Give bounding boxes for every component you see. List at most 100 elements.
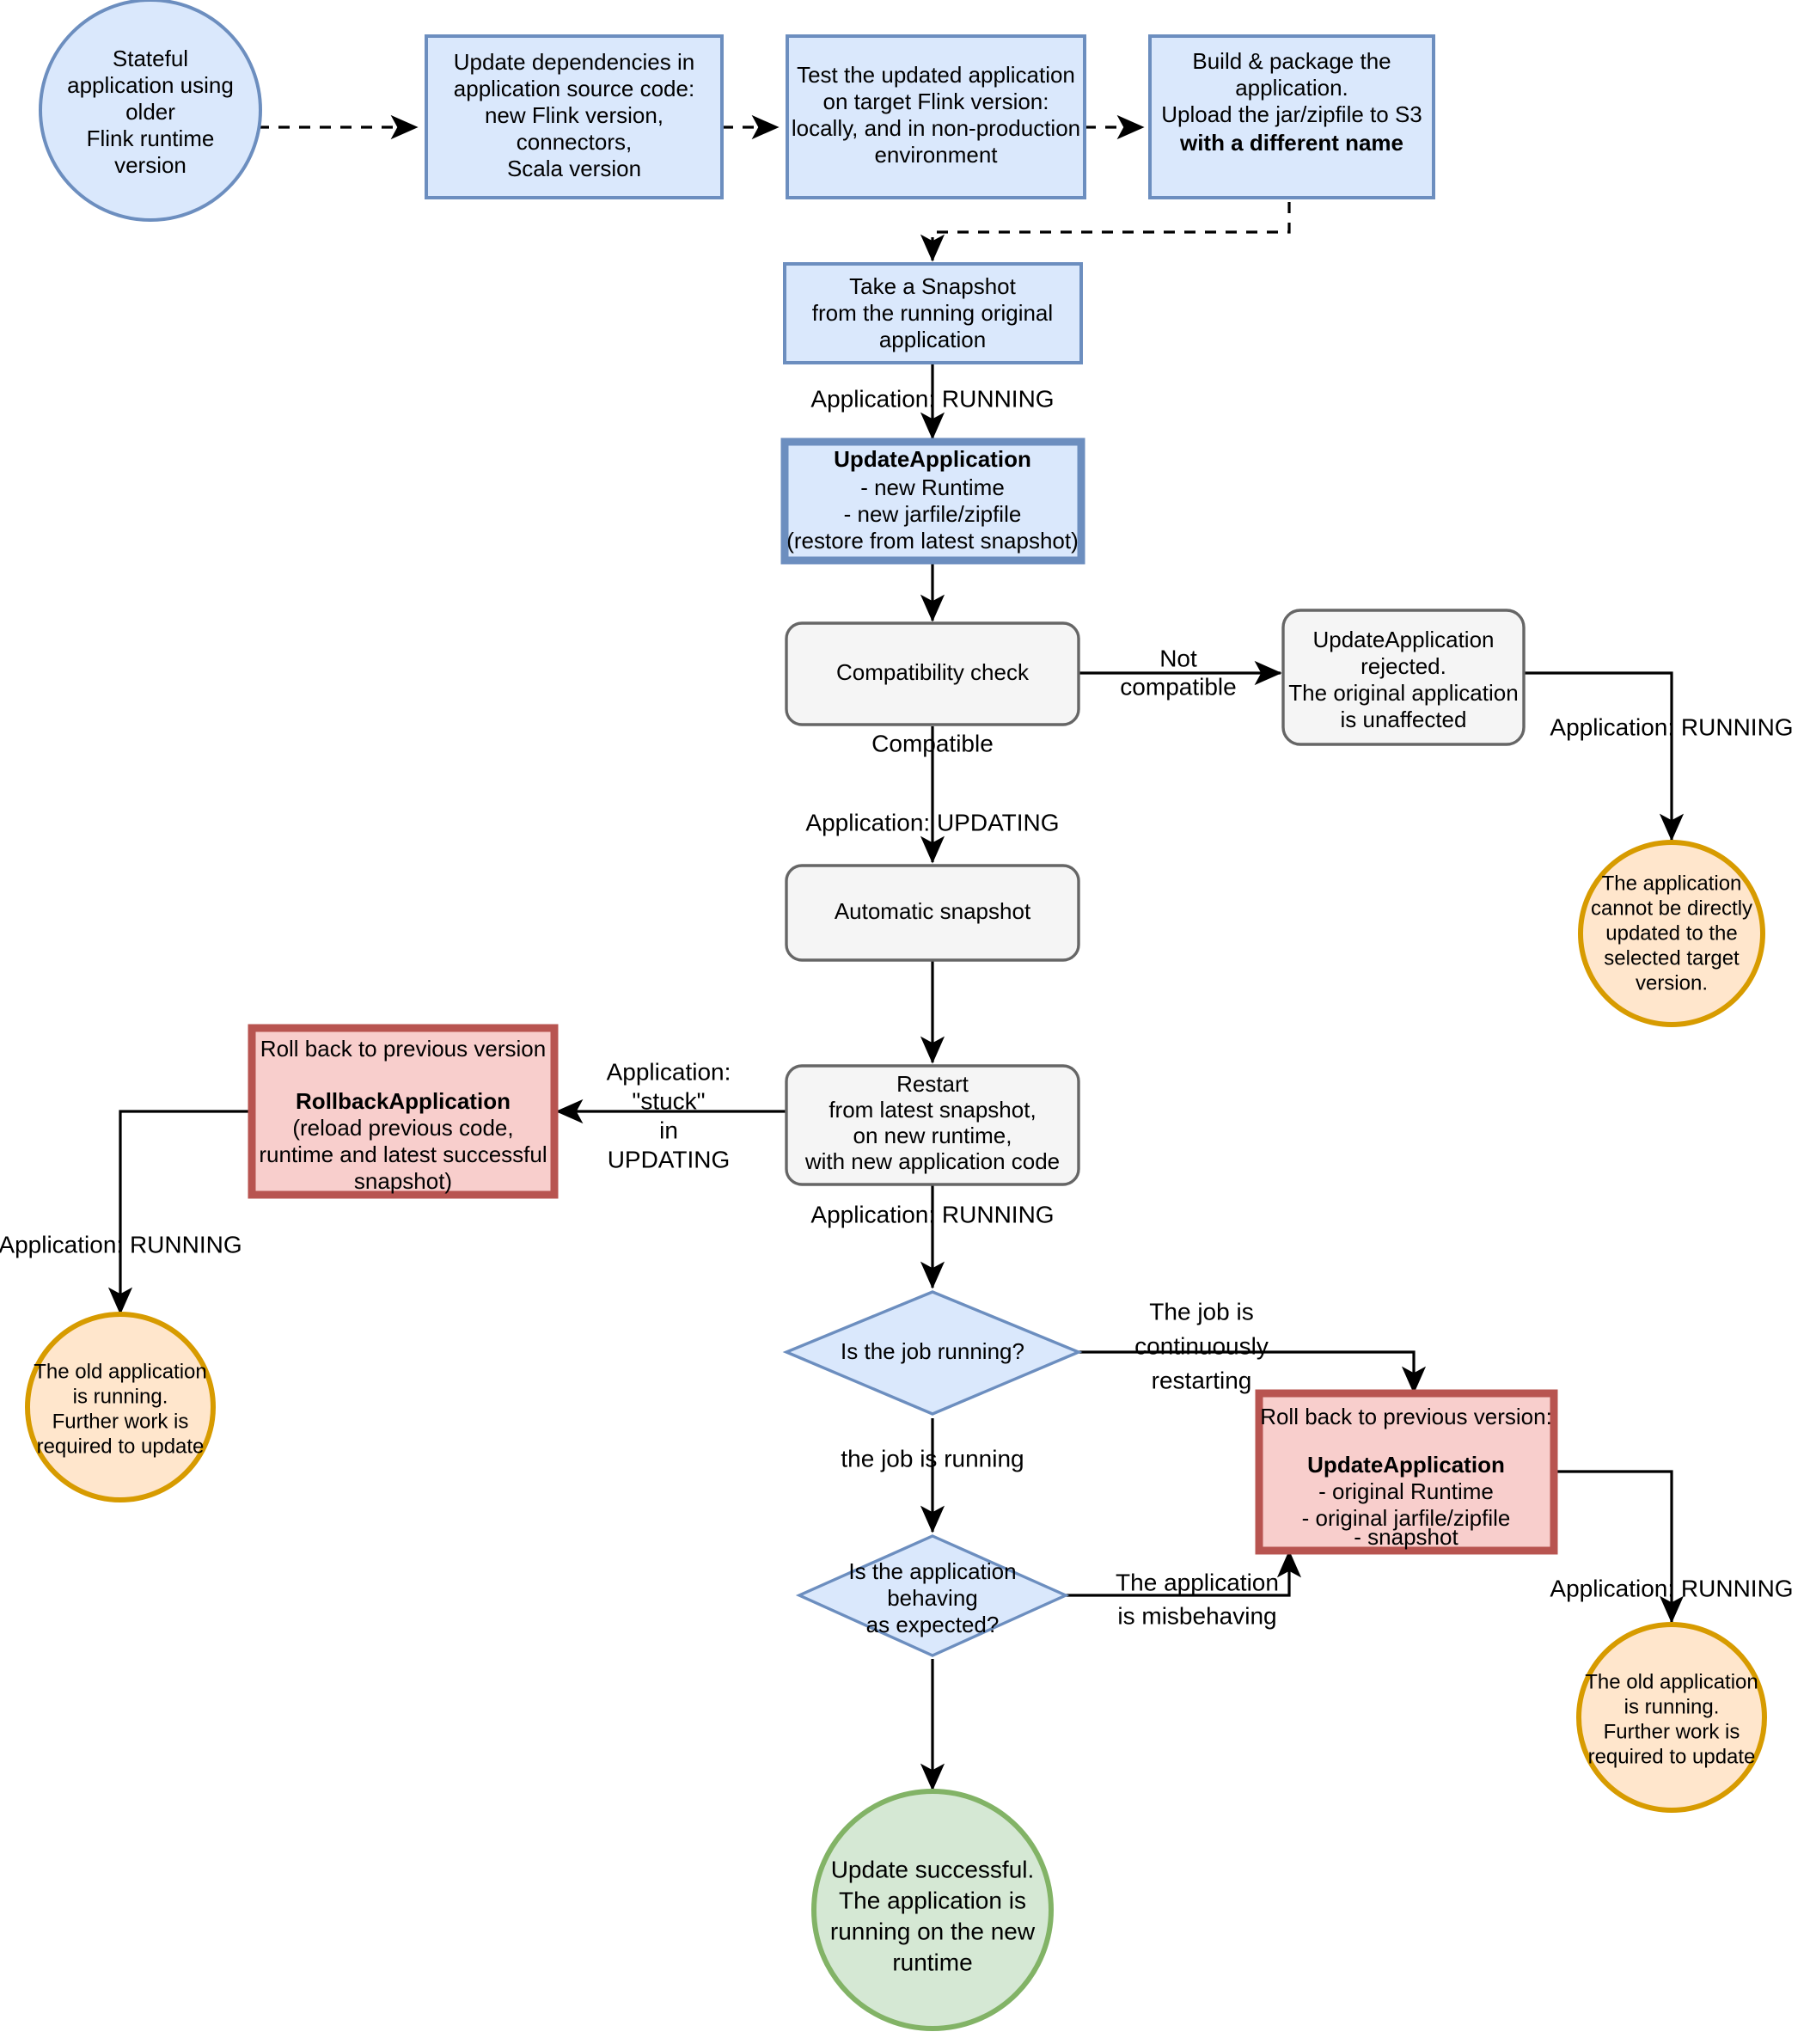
cannot-update-line-3: selected target	[1604, 946, 1740, 970]
start-line-0: Stateful	[113, 46, 188, 71]
oldapp-right-line-2: Further work is	[1604, 1720, 1740, 1743]
take-snapshot-line-0: Take a Snapshot	[849, 273, 1016, 299]
node-take-snapshot: Take a Snapshot from the running origina…	[783, 262, 1083, 364]
node-update-successful: Update successful. The application is ru…	[811, 1789, 1054, 2031]
edge-label-stuck-0: Application:	[607, 1058, 731, 1085]
test-app-line-3: environment	[874, 142, 998, 168]
node-cannot-update-circle: The application cannot be directly updat…	[1578, 840, 1765, 1027]
update-app-line-1: - new jarfile/zipfile	[844, 501, 1022, 527]
oldapp-right-line-1: is running.	[1624, 1695, 1720, 1718]
node-update-dependencies: Update dependencies in application sourc…	[425, 34, 724, 199]
edge-label-stuck-3: UPDATING	[608, 1146, 731, 1172]
edge-label-rollback-running-right: Application: RUNNING	[1550, 1575, 1793, 1601]
take-snapshot-line-2: application	[879, 327, 986, 352]
edge-label-restarting-2: restarting	[1152, 1367, 1252, 1393]
success-line-1: The application is	[839, 1887, 1026, 1913]
node-rollback-update-application: Roll back to previous version: UpdateApp…	[1255, 1389, 1558, 1555]
behaving-line-0: Is the application	[848, 1558, 1016, 1584]
oldapp-left-line-1: is running.	[73, 1385, 168, 1408]
rejected-line-2: The original application	[1288, 680, 1518, 706]
rollback-bold-line: RollbackApplication	[296, 1088, 511, 1114]
rollback-line-4: snapshot)	[354, 1168, 452, 1194]
edge-label-restarting-0: The job is	[1149, 1298, 1253, 1325]
node-start-ellipse: Stateful application using older Flink r…	[39, 0, 262, 222]
node-test-application: Test the updated application on target F…	[786, 34, 1086, 199]
update-deps-line-4: Scala version	[507, 156, 641, 181]
edge-label-job-is-running: the job is running	[841, 1445, 1024, 1472]
cannot-update-line-2: updated to the	[1605, 921, 1737, 945]
node-old-app-running-left: The old application is running. Further …	[25, 1312, 216, 1502]
node-rollback-application: Roll back to previous version RollbackAp…	[248, 1024, 559, 1199]
start-line-3: Flink runtime	[87, 125, 215, 151]
start-line-1: application using	[67, 72, 234, 98]
success-line-2: running on the new	[830, 1918, 1036, 1944]
update-deps-line-3: connectors,	[517, 129, 632, 155]
build-pkg-line-1: application.	[1235, 75, 1348, 101]
edge-label-snapshot-to-update: Application: RUNNING	[810, 385, 1054, 412]
node-build-package: Build & package the application. Upload …	[1148, 34, 1435, 199]
edge-label-rollback-running-left: Application: RUNNING	[0, 1231, 242, 1258]
oldapp-right-line-0: The old application	[1585, 1670, 1758, 1693]
start-line-2: older	[125, 99, 175, 125]
compat-line-0: Compatibility check	[836, 659, 1030, 685]
cannot-update-line-1: cannot be directly	[1591, 897, 1752, 920]
connector-rejected-to-cannot-update	[1524, 671, 1685, 841]
cannot-update-line-0: The application	[1602, 872, 1742, 895]
start-line-4: version	[114, 152, 187, 178]
edge-label-misbehaving-1: is misbehaving	[1117, 1602, 1276, 1629]
edge-label-stuck-2: in	[659, 1117, 678, 1143]
rollback-line-0: Roll back to previous version	[260, 1036, 546, 1062]
connector-build-to-snapshot	[920, 202, 1291, 262]
edge-label-app-updating: Application: UPDATING	[805, 809, 1059, 835]
rejected-line-1: rejected.	[1361, 653, 1446, 679]
rollback-update-bold: UpdateApplication	[1307, 1452, 1505, 1478]
edge-label-misbehaving-0: The application	[1116, 1569, 1279, 1595]
rollback-line-2: (reload previous code,	[292, 1115, 513, 1141]
edge-label-rejected-running: Application: RUNNING	[1550, 713, 1793, 740]
jobrunning-line-0: Is the job running?	[841, 1338, 1024, 1364]
oldapp-left-line-3: required to update	[37, 1435, 205, 1458]
node-is-job-running: Is the job running?	[782, 1290, 1083, 1416]
rejected-line-0: UpdateApplication	[1312, 627, 1494, 652]
build-pkg-bold-line: with a different name	[1179, 130, 1403, 156]
node-automatic-snapshot: Automatic snapshot	[785, 864, 1080, 962]
node-update-rejected: UpdateApplication rejected. The original…	[1281, 609, 1526, 746]
behaving-line-2: as expected?	[866, 1612, 1000, 1637]
update-deps-line-0: Update dependencies in	[454, 49, 694, 75]
edge-label-not-compatible-0: Not	[1159, 645, 1197, 671]
rollback-update-line-0: Roll back to previous version:	[1260, 1404, 1552, 1429]
node-update-application: UpdateApplication - new Runtime - new ja…	[780, 438, 1085, 565]
take-snapshot-line-1: from the running original	[812, 300, 1053, 326]
update-app-line-2: (restore from latest snapshot)	[786, 528, 1079, 554]
edge-label-stuck-1: "stuck"	[632, 1087, 705, 1114]
rollback-line-3: runtime and latest successful	[259, 1141, 547, 1167]
node-old-app-running-right: The old application is running. Further …	[1576, 1622, 1767, 1813]
oldapp-left-line-0: The old application	[34, 1360, 206, 1383]
node-compatibility-check: Compatibility check	[785, 621, 1080, 726]
edge-label-restart-running: Application: RUNNING	[810, 1201, 1054, 1227]
behaving-line-1: behaving	[887, 1585, 978, 1611]
restart-line-2: on new runtime,	[853, 1123, 1012, 1148]
restart-line-0: Restart	[896, 1071, 969, 1097]
edge-label-restarting-1: continuously	[1134, 1332, 1269, 1359]
restart-line-1: from latest snapshot,	[829, 1097, 1036, 1123]
edge-label-not-compatible-1: compatible	[1120, 673, 1236, 700]
edge-label-compatible: Compatible	[871, 730, 994, 756]
node-restart: Restart from latest snapshot, on new run…	[785, 1064, 1080, 1186]
success-line-0: Update successful.	[831, 1856, 1035, 1882]
build-pkg-line-0: Build & package the	[1192, 48, 1391, 74]
node-is-app-behaving: Is the application behaving as expected?	[795, 1534, 1070, 1657]
oldapp-left-line-2: Further work is	[52, 1410, 189, 1433]
oldapp-right-line-3: required to update	[1588, 1745, 1756, 1768]
update-deps-line-1: application source code:	[454, 76, 694, 101]
connector-rollback-to-oldapp-left	[107, 1110, 249, 1315]
rejected-line-3: is unaffected	[1341, 707, 1467, 732]
autosnapshot-line-0: Automatic snapshot	[835, 898, 1031, 924]
flowchart-svg: Stateful application using older Flink r…	[0, 0, 1794, 2031]
restart-line-3: with new application code	[804, 1148, 1060, 1174]
test-app-line-2: locally, and in non-production	[792, 115, 1080, 141]
rollback-update-line-2: - original Runtime	[1318, 1478, 1494, 1504]
rollback-update-line-4: - snapshot	[1354, 1524, 1458, 1550]
update-app-line-0: - new Runtime	[860, 474, 1005, 500]
test-app-line-0: Test the updated application	[797, 62, 1075, 88]
